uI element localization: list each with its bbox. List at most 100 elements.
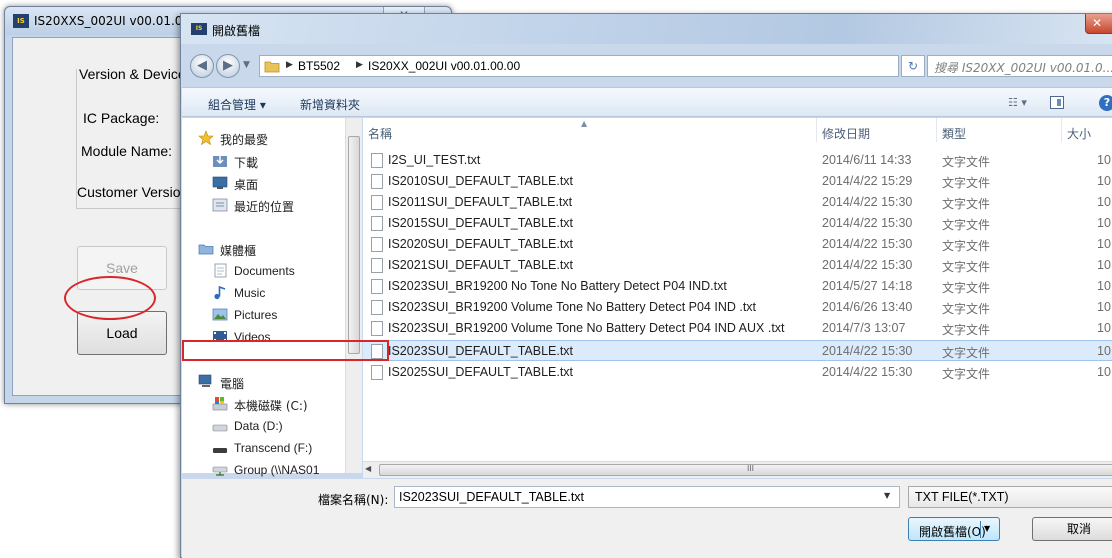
file-row[interactable]: I2S_UI_TEST.txt 2014/6/11 14:33 文字文件 10	[363, 150, 1112, 171]
nav-pictures-label: Pictures	[234, 308, 278, 322]
nav-pane-scrollbar[interactable]	[345, 118, 362, 473]
nav-libraries-label: 媒體櫃	[220, 244, 257, 258]
file-row[interactable]: IS2015SUI_DEFAULT_TABLE.txt 2014/4/22 15…	[363, 213, 1112, 234]
file-row[interactable]: IS2025SUI_DEFAULT_TABLE.txt 2014/4/22 15…	[363, 362, 1112, 383]
text-file-icon	[371, 216, 383, 231]
breadcrumb-current-folder[interactable]: IS20XX_002UI v00.01.00.00	[368, 59, 520, 73]
filename-input[interactable]: IS2023SUI_DEFAULT_TABLE.txt	[394, 486, 900, 508]
column-header-name[interactable]: 名稱	[368, 125, 392, 142]
nav-desktop[interactable]: 桌面	[182, 172, 342, 194]
preview-pane-icon[interactable]	[1050, 96, 1064, 109]
open-button-divider	[980, 521, 981, 538]
file-date: 2014/6/26 13:40	[822, 300, 913, 314]
nav-network-drive[interactable]: Group (\\NAS01	[182, 459, 342, 481]
scroll-left-arrow-icon[interactable]: ◀	[365, 464, 371, 473]
file-size: 10	[1097, 258, 1111, 272]
column-header-size[interactable]: 大小	[1067, 125, 1091, 142]
file-type-filter-select[interactable]: TXT FILE(*.TXT) ▼	[908, 486, 1112, 508]
text-file-icon	[371, 195, 383, 210]
column-divider	[1061, 118, 1062, 142]
horizontal-scroll-thumb[interactable]: III	[379, 464, 1112, 476]
text-file-icon	[371, 174, 383, 189]
text-file-icon	[371, 365, 383, 380]
nav-drive-c[interactable]: 本機磁碟 (C:)	[182, 393, 342, 415]
breadcrumb-separator-icon: ▶	[286, 60, 293, 70]
text-file-icon	[371, 344, 383, 359]
text-file-icon	[371, 237, 383, 252]
file-row-selected[interactable]: IS2023SUI_DEFAULT_TABLE.txt 2014/4/22 15…	[363, 340, 1112, 361]
nav-libraries[interactable]: 媒體櫃	[182, 238, 342, 260]
filename-dropdown-icon[interactable]: ▼	[884, 491, 890, 500]
column-header-date[interactable]: 修改日期	[822, 125, 870, 142]
nav-music-label: Music	[234, 286, 266, 300]
nav-computer[interactable]: 電腦	[182, 371, 342, 393]
file-type: 文字文件	[942, 346, 991, 360]
file-row[interactable]: IS2023SUI_BR19200 Volume Tone No Battery…	[363, 297, 1112, 318]
sort-ascending-icon: ▲	[581, 119, 588, 128]
file-list: 名稱 ▲ 修改日期 類型 大小 I2S_UI_TEST.txt 2014/6/1…	[363, 118, 1112, 461]
app-logo-icon: IS	[13, 14, 29, 28]
file-date: 2014/4/22 15:30	[822, 258, 913, 272]
recent-places-icon	[212, 198, 228, 212]
view-options-icon[interactable]: ☷ ▾	[1008, 96, 1027, 109]
new-folder-button[interactable]: 新增資料夾	[300, 96, 360, 113]
nav-recent[interactable]: 最近的位置	[182, 194, 342, 216]
column-header-type[interactable]: 類型	[942, 125, 966, 142]
file-size: 10	[1097, 344, 1111, 358]
organize-menu[interactable]: 組合管理 ▾	[208, 96, 266, 113]
documents-icon	[214, 263, 227, 278]
nav-documents[interactable]: Documents	[182, 260, 342, 282]
nav-drive-d-label: Data (D:)	[234, 419, 283, 433]
file-row[interactable]: IS2021SUI_DEFAULT_TABLE.txt 2014/4/22 15…	[363, 255, 1112, 276]
file-row[interactable]: IS2023SUI_BR19200 Volume Tone No Battery…	[363, 318, 1112, 339]
load-button[interactable]: Load	[77, 311, 167, 355]
file-date: 2014/5/27 14:18	[822, 279, 913, 293]
search-input[interactable]: 搜尋 IS20XX_002UI v00.01.0...	[927, 55, 1112, 77]
nav-favorites[interactable]: 我的最愛	[182, 127, 342, 149]
refresh-button[interactable]: ↻	[901, 55, 925, 77]
open-options-chevron-icon[interactable]: ▼	[984, 524, 990, 533]
pictures-icon	[212, 308, 228, 321]
file-row[interactable]: IS2011SUI_DEFAULT_TABLE.txt 2014/4/22 15…	[363, 192, 1112, 213]
breadcrumb-bt5502[interactable]: BT5502	[298, 59, 340, 73]
nav-downloads[interactable]: 下載	[182, 150, 342, 172]
breadcrumb-separator-icon: ▶	[356, 60, 363, 70]
file-date: 2014/6/11 14:33	[822, 153, 912, 167]
recent-pages-dropdown-icon[interactable]: ▼	[243, 60, 250, 70]
customer-version-label: Customer Version:	[77, 184, 193, 200]
nav-music[interactable]: Music	[182, 282, 342, 304]
file-row[interactable]: IS2023SUI_BR19200 No Tone No Battery Det…	[363, 276, 1112, 297]
file-name: IS2021SUI_DEFAULT_TABLE.txt	[388, 258, 574, 272]
nav-pictures[interactable]: Pictures	[182, 304, 342, 326]
star-icon	[198, 130, 214, 145]
music-icon	[214, 285, 226, 300]
version-group-label: Version & Device	[77, 66, 188, 82]
nav-videos[interactable]: Videos	[182, 326, 342, 348]
dialog-titlebar[interactable]: IS 開啟舊檔 ✕	[181, 14, 1112, 44]
forward-button[interactable]: ▶	[216, 54, 240, 78]
back-button[interactable]: ◀	[190, 54, 214, 78]
save-button[interactable]: Save	[77, 246, 167, 290]
file-name: IS2025SUI_DEFAULT_TABLE.txt	[388, 365, 574, 379]
nav-drive-f-label: Transcend (F:)	[234, 441, 313, 455]
file-list-horizontal-scrollbar[interactable]: ◀ III	[363, 461, 1112, 478]
text-file-icon	[371, 321, 383, 336]
address-bar[interactable]: ▶ BT5502 ▶ IS20XX_002UI v00.01.00.00 ▼	[259, 55, 974, 77]
file-name: IS2023SUI_BR19200 Volume Tone No Battery…	[388, 321, 785, 335]
nav-drive-f[interactable]: Transcend (F:)	[182, 437, 342, 459]
dialog-title: 開啟舊檔	[212, 24, 261, 38]
file-size: 10	[1097, 216, 1111, 230]
help-icon[interactable]: ?	[1099, 95, 1112, 111]
nav-computer-label: 電腦	[220, 377, 245, 391]
file-size: 10	[1097, 321, 1111, 335]
file-date: 2014/4/22 15:30	[822, 237, 913, 251]
file-size: 10	[1097, 153, 1111, 167]
file-type-filter-value: TXT FILE(*.TXT)	[915, 490, 1009, 504]
open-button[interactable]: 開啟舊檔(O) ▼	[908, 517, 1000, 541]
nav-drive-d[interactable]: Data (D:)	[182, 415, 342, 437]
cancel-button[interactable]: 取消	[1032, 517, 1112, 541]
file-row[interactable]: IS2010SUI_DEFAULT_TABLE.txt 2014/4/22 15…	[363, 171, 1112, 192]
file-row[interactable]: IS2020SUI_DEFAULT_TABLE.txt 2014/4/22 15…	[363, 234, 1112, 255]
nav-pane-scroll-thumb[interactable]	[348, 136, 360, 354]
dialog-close-button[interactable]: ✕	[1085, 14, 1112, 34]
